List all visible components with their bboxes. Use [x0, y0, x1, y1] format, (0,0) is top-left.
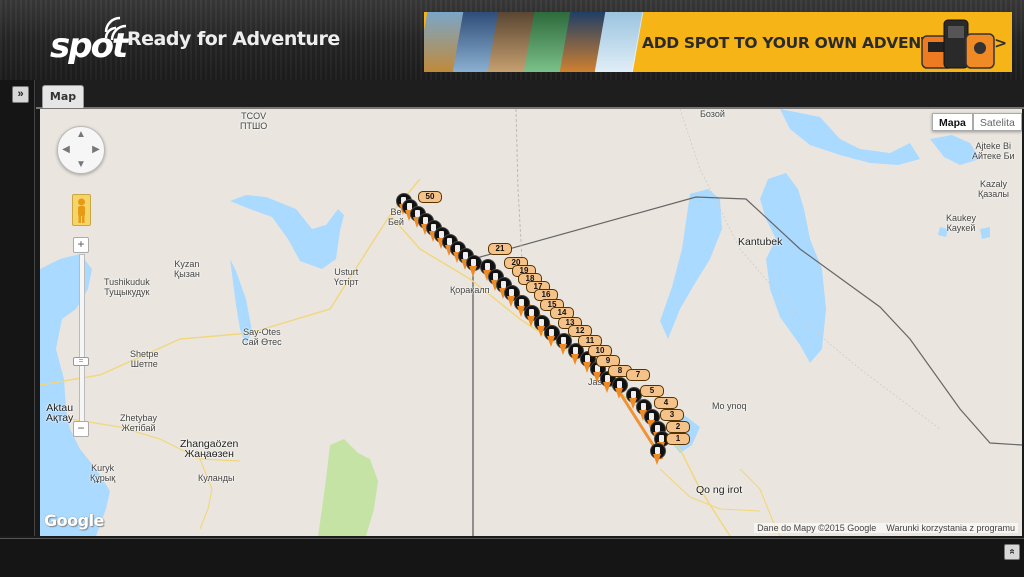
- track-pin[interactable]: [650, 443, 666, 467]
- tab-map[interactable]: Map: [42, 85, 84, 108]
- map-type-map-button[interactable]: Mapa: [932, 113, 973, 131]
- pan-right-icon[interactable]: ▶: [90, 144, 102, 156]
- map-data-credit[interactable]: Dane do Mapy ©2015 Google: [757, 523, 876, 533]
- marker-badge[interactable]: 2: [666, 421, 690, 433]
- marker-badge[interactable]: 5: [640, 385, 664, 397]
- track-pin[interactable]: [612, 377, 628, 401]
- ad-banner[interactable]: ADD SPOT TO YOUR OWN ADVENTURES >>: [424, 12, 1012, 72]
- side-panel: [0, 80, 35, 536]
- marker-badge[interactable]: 1: [666, 433, 690, 445]
- bottom-panel: [0, 538, 1024, 577]
- pan-left-icon[interactable]: ◀: [60, 144, 72, 156]
- banner-photo-strip: [424, 12, 644, 72]
- marker-badge[interactable]: 50: [418, 191, 442, 203]
- marker-badge[interactable]: 7: [626, 369, 650, 381]
- zoom-slider-thumb[interactable]: =: [73, 357, 89, 366]
- google-logo[interactable]: Google: [44, 511, 104, 530]
- marker-badge[interactable]: 4: [654, 397, 678, 409]
- expand-panel-button[interactable]: »: [12, 86, 29, 103]
- tagline: Ready for Adventure: [127, 28, 340, 50]
- spot-logo[interactable]: spot: [24, 12, 128, 66]
- map-view[interactable]: TCOV ПТШО Бозой Ajteke Bi Айтеке Би Kaza…: [40, 109, 1022, 536]
- track-pin[interactable]: [466, 255, 482, 279]
- zoom-slider-track[interactable]: [79, 254, 85, 426]
- header: spot Ready for Adventure ADD SPOT TO YOU…: [0, 0, 1024, 80]
- marker-badge[interactable]: 21: [488, 243, 512, 255]
- map-type-control: Mapa Satelita: [932, 113, 1022, 131]
- map-type-satellite-button[interactable]: Satelita: [972, 113, 1022, 131]
- marker-badge[interactable]: 3: [660, 409, 684, 421]
- pan-down-icon[interactable]: ▼: [75, 159, 87, 171]
- gps-devices-icon: [921, 19, 995, 69]
- zoom-out-button[interactable]: −: [73, 421, 89, 437]
- pan-control[interactable]: ▲ ◀ ▶ ▼: [57, 126, 105, 174]
- pan-up-icon[interactable]: ▲: [75, 129, 87, 141]
- collapse-icon: »: [1006, 548, 1018, 555]
- street-view-pegman-icon[interactable]: [72, 194, 91, 226]
- terms-link[interactable]: Warunki korzystania z programu: [886, 523, 1015, 533]
- zoom-in-button[interactable]: +: [73, 237, 89, 253]
- track-markers: 50 21 20 19 18 17 16 15 14 13 12 11 10 9…: [40, 109, 1022, 536]
- collapse-panel-button[interactable]: »: [1004, 544, 1020, 560]
- map-attribution: Dane do Mapy ©2015 Google Warunki korzyst…: [754, 523, 1018, 533]
- tab-bar: Map: [36, 80, 1024, 109]
